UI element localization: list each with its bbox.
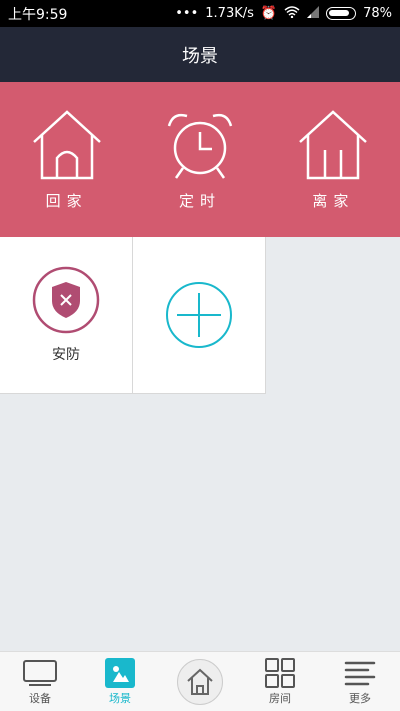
- battery-percent: 78%: [363, 6, 392, 21]
- nav-rooms[interactable]: 房间: [240, 657, 320, 706]
- tile-label: 安防: [52, 347, 80, 363]
- scene-timer[interactable]: 定时: [133, 82, 266, 237]
- scene-leave[interactable]: 离家: [267, 82, 400, 237]
- alarm-clock-icon: [167, 113, 233, 179]
- app-header: 场景: [0, 27, 400, 82]
- nav-label: 设备: [29, 691, 51, 705]
- nav-label: 房间: [269, 691, 291, 705]
- shield-icon: [32, 266, 100, 334]
- scene-grid: 安防: [0, 237, 266, 394]
- house-leave-icon: [299, 110, 368, 180]
- cell-signal-icon: [307, 5, 320, 22]
- house-door-icon: [32, 110, 101, 180]
- nav-label: 更多: [349, 691, 371, 705]
- scene-banner: 回家 定时 离家: [0, 82, 400, 237]
- wifi-icon: [284, 5, 300, 22]
- bottom-nav: 设备 场景 房间 更多: [0, 651, 400, 711]
- grid-icon: [262, 657, 298, 688]
- menu-icon: [342, 658, 378, 688]
- nav-scenes[interactable]: 场景: [80, 657, 160, 706]
- scene-label: 离家: [312, 192, 355, 210]
- alarm-icon: ⏰: [260, 6, 278, 21]
- scene-label: 回家: [45, 192, 88, 210]
- network-speed: 1.73K/s: [205, 6, 254, 21]
- signal-dots-icon: •••: [175, 6, 199, 21]
- security-tile[interactable]: 安防: [0, 237, 133, 394]
- status-right: ••• 1.73K/s ⏰ 78%: [175, 5, 392, 22]
- page-title: 场景: [182, 45, 218, 67]
- battery-icon: [326, 7, 357, 20]
- nav-home[interactable]: [160, 658, 240, 705]
- status-bar: 上午9:59 ••• 1.73K/s ⏰ 78%: [0, 0, 400, 27]
- scene-home[interactable]: 回家: [0, 82, 133, 237]
- nav-more[interactable]: 更多: [320, 658, 400, 706]
- nav-devices[interactable]: 设备: [0, 658, 80, 706]
- scene-label: 定时: [178, 192, 221, 210]
- nav-label: 场景: [109, 691, 131, 705]
- tv-icon: [22, 658, 58, 688]
- add-icon: [166, 282, 232, 348]
- home-icon: [177, 658, 223, 705]
- add-scene-tile[interactable]: [133, 237, 266, 394]
- scene-icon: [102, 657, 138, 688]
- status-time: 上午9:59: [8, 6, 68, 23]
